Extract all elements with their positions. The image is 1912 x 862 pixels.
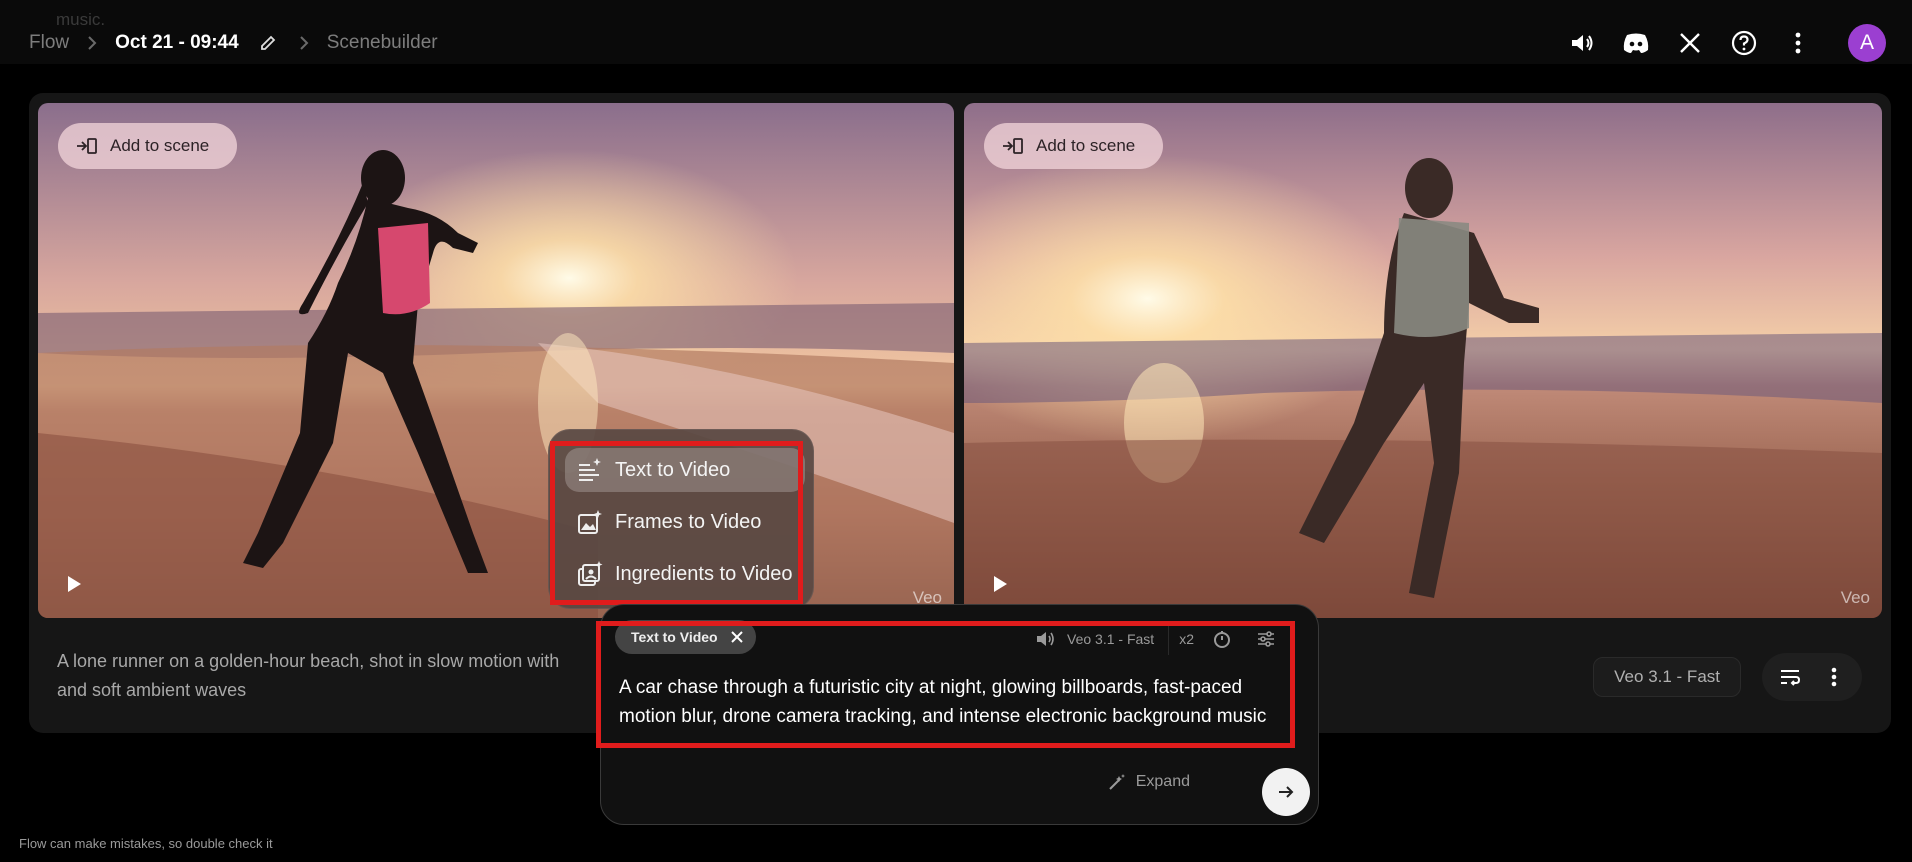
prompt-textarea[interactable]: A car chase through a futuristic city at… — [619, 673, 1299, 731]
mode-frames-to-video[interactable]: Frames to Video — [565, 500, 805, 544]
header-actions: A — [1562, 22, 1912, 64]
clip-description-line1: A lone runner on a golden-hour beach, sh… — [57, 651, 560, 671]
previous-prompt-ghost: music. — [56, 10, 106, 29]
breadcrumb-flow-link[interactable]: Flow — [29, 32, 69, 54]
generation-mode-menu: Text to Video Frames to Video Ingredient… — [548, 429, 814, 609]
close-icon[interactable] — [730, 630, 744, 644]
text-sparkle-icon — [577, 457, 603, 483]
expand-label: Expand — [1135, 773, 1190, 790]
discord-icon[interactable] — [1616, 23, 1656, 63]
video-clip-2[interactable]: Add to scene Veo — [964, 103, 1882, 618]
mode-frames-to-video-label: Frames to Video — [615, 510, 762, 533]
clip-description-line2: and soft ambient waves — [57, 680, 247, 700]
video-clip-1[interactable]: Add to scene Veo — [38, 103, 954, 618]
output-count[interactable]: x2 — [1179, 631, 1194, 647]
more-vert-icon[interactable] — [1814, 657, 1854, 697]
clip-description: A lone runner on a golden-hour beach, sh… — [57, 647, 617, 705]
clip-actions — [1762, 653, 1862, 701]
ingredients-sparkle-icon — [577, 561, 603, 587]
help-icon[interactable] — [1724, 23, 1764, 63]
prompt-line2: motion blur, drone camera tracking, and … — [619, 706, 1267, 727]
model-selector-label: Veo 3.1 - Fast — [1067, 631, 1155, 647]
add-to-scene-icon — [76, 137, 98, 155]
text-wrap-icon[interactable] — [1770, 657, 1810, 697]
send-button[interactable] — [1262, 768, 1310, 816]
top-bar: music. Flow Oct 21 - 09:44 Scenebuilder — [0, 0, 1912, 64]
tune-icon[interactable] — [1254, 627, 1278, 651]
prompt-composer: Text to Video Veo 3.1 - Fast x2 A car ch… — [600, 604, 1319, 825]
runner-woman-image — [38, 103, 954, 618]
expand-button[interactable]: Expand — [1108, 767, 1190, 797]
project-title: Oct 21 - 09:44 — [115, 32, 239, 53]
disclaimer-text: Flow can make mistakes, so double check … — [19, 836, 273, 851]
breadcrumb-scenebuilder: Scenebuilder — [326, 32, 438, 53]
model-selector[interactable]: Veo 3.1 - Fast — [1021, 623, 1170, 655]
volume-icon — [1035, 630, 1055, 648]
mode-ingredients-to-video[interactable]: Ingredients to Video — [565, 552, 805, 596]
magic-wand-icon — [1108, 773, 1126, 791]
play-icon[interactable] — [988, 572, 1012, 596]
add-to-scene-label: Add to scene — [1036, 136, 1136, 155]
add-to-scene-icon — [1002, 137, 1024, 155]
chevron-right-icon — [87, 35, 97, 51]
runner-man-image — [964, 103, 1882, 618]
prompt-line1: A car chase through a futuristic city at… — [619, 677, 1243, 698]
chevron-right-icon — [299, 35, 309, 51]
more-vert-icon[interactable] — [1778, 23, 1818, 63]
volume-icon[interactable] — [1562, 23, 1602, 63]
play-icon[interactable] — [62, 572, 86, 596]
x-icon[interactable] — [1670, 23, 1710, 63]
avatar[interactable]: A — [1848, 24, 1886, 62]
mode-text-to-video-label: Text to Video — [615, 458, 731, 481]
mode-chip[interactable]: Text to Video — [615, 620, 756, 654]
timer-icon[interactable] — [1210, 627, 1234, 651]
add-to-scene-button[interactable]: Add to scene — [58, 123, 238, 169]
image-sparkle-icon — [577, 509, 603, 535]
mode-chip-label: Text to Video — [631, 629, 718, 645]
prompt-settings: Veo 3.1 - Fast x2 — [1021, 623, 1298, 655]
mode-ingredients-to-video-label: Ingredients to Video — [615, 562, 793, 585]
arrow-right-icon — [1279, 786, 1294, 798]
pencil-icon[interactable] — [259, 34, 277, 52]
veo-watermark: Veo — [1840, 588, 1870, 607]
breadcrumb: Flow Oct 21 - 09:44 Scenebuilder — [29, 30, 438, 56]
add-to-scene-button[interactable]: Add to scene — [984, 123, 1164, 169]
mode-text-to-video[interactable]: Text to Video — [565, 448, 805, 492]
clip-model-badge: Veo 3.1 - Fast — [1593, 657, 1741, 697]
add-to-scene-label: Add to scene — [110, 136, 210, 155]
